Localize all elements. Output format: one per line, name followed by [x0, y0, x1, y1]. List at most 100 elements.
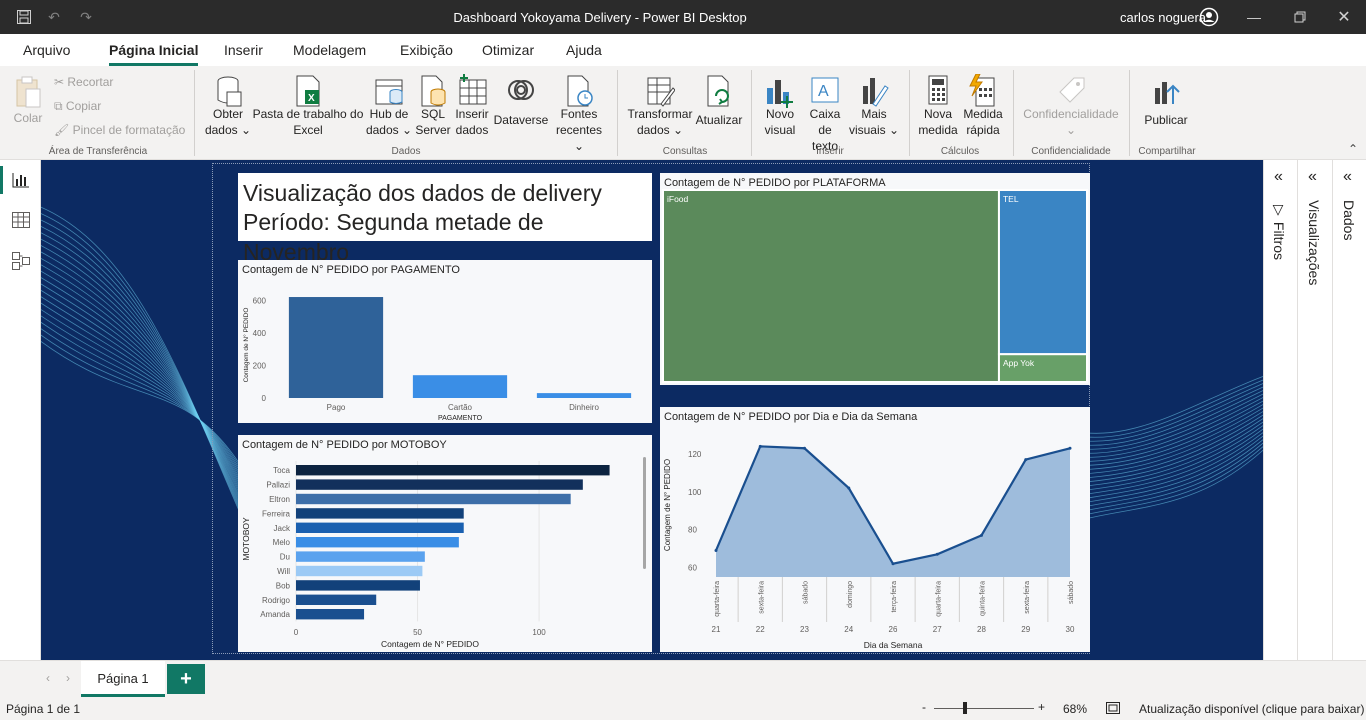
avatar-icon[interactable] — [1199, 7, 1219, 27]
model-view-icon[interactable] — [11, 251, 31, 276]
update-available-link[interactable]: Atualização disponível (clique para baix… — [1139, 702, 1364, 716]
y-tick-label: 600 — [253, 296, 267, 305]
prev-page-icon[interactable]: ‹ — [46, 671, 50, 685]
window-title: Dashboard Yokoyama Delivery - Power BI D… — [453, 10, 747, 25]
sql-server-button[interactable]: SQL Server — [414, 74, 452, 138]
report-title-line2: Período: Segunda metade de Novembro — [243, 209, 544, 265]
publish-button[interactable]: Publicar — [1140, 74, 1192, 128]
tab-modelagem[interactable]: Modelagem — [293, 42, 366, 58]
expand-chevron-icon[interactable]: « — [1274, 168, 1283, 186]
y-axis-title: Contagem de N° PEDIDO — [242, 308, 250, 383]
bar — [296, 609, 365, 620]
tab-pagina-inicial[interactable]: Página Inicial — [109, 42, 199, 66]
tab-inserir[interactable]: Inserir — [224, 42, 263, 58]
tab-arquivo[interactable]: Arquivo — [23, 42, 70, 58]
motoboy-chart[interactable]: Contagem de N° PEDIDO por MOTOBOY 0 50 100… — [238, 435, 652, 652]
separator — [751, 70, 752, 156]
y-axis-title: MOTOBOY — [241, 517, 251, 561]
chevron-down-icon: ⌄ — [401, 123, 413, 137]
report-view-icon[interactable] — [11, 171, 31, 194]
y-tick-label: Pallazi — [266, 481, 290, 490]
day-area-chart[interactable]: Contagem de N° PEDIDO por Dia e Dia da S… — [660, 407, 1090, 652]
report-canvas[interactable]: Visualização dos dados de delivery Perío… — [41, 160, 1263, 660]
textbox-button[interactable]: A Caixa de texto — [802, 74, 848, 154]
sensitivity-button[interactable]: Confidencialidade ⌄ — [1020, 74, 1122, 138]
bar — [296, 508, 464, 519]
expand-chevron-icon[interactable]: « — [1308, 168, 1317, 186]
restore-icon[interactable] — [1290, 7, 1310, 27]
filters-pane[interactable]: « ▽ Filtros — [1263, 160, 1297, 660]
tab-ajuda[interactable]: Ajuda — [566, 42, 602, 58]
tab-otimizar[interactable]: Otimizar — [482, 42, 534, 58]
textbox-icon: A — [810, 74, 840, 104]
clipboard-group-label: Área de Transferência — [48, 146, 148, 157]
bar — [296, 594, 377, 605]
y-tick-label: Bob — [276, 581, 291, 590]
collapse-ribbon-icon[interactable]: ⌃ — [1348, 142, 1358, 156]
recent-sources-button[interactable]: Fontes recentes ⌄ — [550, 74, 608, 154]
expand-chevron-icon[interactable]: « — [1343, 168, 1352, 186]
refresh-button[interactable]: Atualizar — [694, 74, 744, 128]
view-switcher — [0, 160, 41, 660]
weekday-tick-label: quarta-feira — [714, 581, 721, 617]
filters-pane-label: ▽ Filtros — [1271, 202, 1287, 261]
weekday-tick-label: terça-feira — [891, 581, 898, 613]
get-data-button[interactable]: Obter dados ⌄ — [204, 74, 252, 138]
data-pane-label: Dados — [1341, 200, 1357, 241]
bar — [296, 479, 583, 490]
data-point — [847, 486, 851, 490]
more-visuals-button[interactable]: Mais visuais ⌄ — [848, 74, 900, 138]
weekday-tick-label: sábado — [1068, 581, 1075, 604]
payment-chart[interactable]: Contagem de N° PEDIDO por PAGAMENTO 0 200… — [238, 260, 652, 423]
enter-data-button[interactable]: Inserir dados — [452, 74, 492, 138]
title-textbox[interactable]: Visualização dos dados de delivery Perío… — [238, 173, 652, 265]
zoom-slider[interactable] — [934, 708, 1034, 709]
get-data-label-1: Obter — [212, 107, 243, 121]
sensitivity-group-label: Confidencialidade — [1031, 146, 1111, 157]
funnel-icon: ▽ — [1271, 202, 1287, 222]
weekday-tick-label: quinta-feira — [980, 581, 987, 616]
table-view-icon[interactable] — [11, 211, 31, 234]
quick-measure-button[interactable]: Medida rápida — [960, 73, 1006, 138]
data-pane[interactable]: « Dados — [1332, 160, 1366, 660]
cut-button[interactable]: ✂ Recortar — [54, 75, 113, 89]
platform-treemap[interactable]: Contagem de N° PEDIDO por PLATAFORMA iFo… — [660, 173, 1090, 385]
zoom-thumb[interactable] — [963, 702, 967, 714]
add-page-button[interactable]: + — [167, 664, 205, 694]
transform-data-button[interactable]: Transformar dados ⌄ — [626, 74, 694, 138]
zoom-level[interactable]: 68% — [1063, 702, 1087, 716]
user-name[interactable]: carlos noguera — [1120, 10, 1206, 25]
motoboy-chart-plot: 0 50 100 Toca Pallazi Eltron Ferreira Jack Melo D… — [241, 461, 610, 649]
excel-button[interactable]: X Pasta de trabalho do Excel — [252, 74, 364, 138]
fit-to-page-icon[interactable] — [1105, 701, 1121, 718]
zoom-in-button[interactable]: + — [1038, 700, 1045, 714]
paste-button[interactable]: Colar — [10, 74, 46, 126]
next-page-icon[interactable]: › — [66, 671, 70, 685]
data-hub-button[interactable]: Hub de dados ⌄ — [364, 74, 414, 138]
enter-data-label-1: Inserir — [455, 107, 489, 121]
x-tick-label: 29 — [1021, 625, 1030, 634]
y-tick-label: Rodrigo — [262, 596, 291, 605]
copy-button[interactable]: ⧉ Copiar — [54, 99, 101, 114]
scrollbar[interactable] — [643, 457, 646, 569]
new-measure-label-2: medida — [918, 123, 958, 137]
y-tick-label: 100 — [688, 488, 702, 497]
new-visual-button[interactable]: Novo visual — [758, 74, 802, 138]
new-measure-button[interactable]: Nova medida — [916, 74, 960, 138]
dataverse-button[interactable]: Dataverse — [492, 74, 550, 128]
y-tick-label: 200 — [253, 361, 267, 370]
page-tab-1[interactable]: Página 1 — [81, 661, 165, 697]
y-tick-label: Will — [277, 567, 290, 576]
format-painter-button[interactable]: 🖌 Pincel de formatação — [54, 123, 185, 137]
weekday-tick-label: sexta-feira — [758, 581, 765, 614]
visualizations-pane[interactable]: « Visualizações — [1297, 160, 1332, 660]
zoom-out-button[interactable]: - — [922, 700, 926, 714]
day-area-chart-plot: 60 80 100 120 quarta-feira 21 sexta-feira 22 sáb… — [663, 444, 1075, 650]
close-icon[interactable]: ✕ — [1334, 7, 1354, 27]
tab-exibicao[interactable]: Exibição — [400, 42, 453, 58]
sensitivity-label: Confidencialidade — [1023, 107, 1119, 121]
recent-sources-icon — [564, 74, 594, 107]
bar — [288, 297, 384, 398]
recent-label-1: Fontes — [560, 107, 598, 121]
minimize-icon[interactable]: — — [1244, 7, 1264, 27]
